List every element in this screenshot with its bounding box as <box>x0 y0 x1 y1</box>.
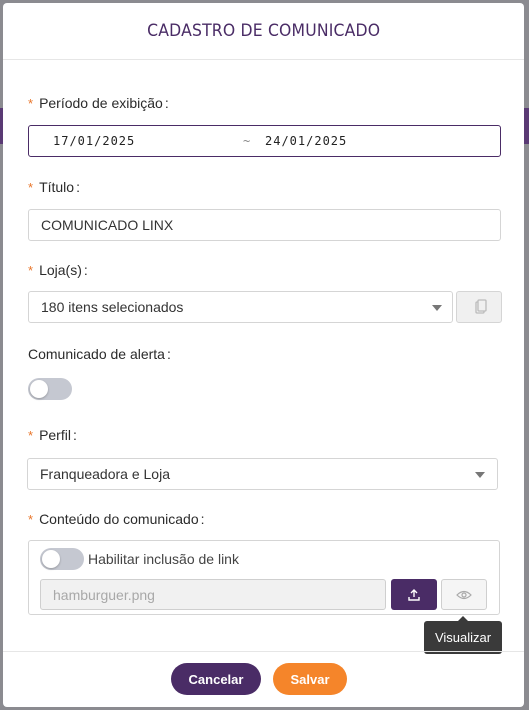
label-colon: : <box>164 95 169 111</box>
eye-icon <box>456 590 472 599</box>
upload-icon <box>408 588 420 601</box>
modal-header: CADASTRO DE COMUNICADO <box>3 3 524 60</box>
file-input[interactable]: hamburguer.png <box>40 579 386 610</box>
content-label-text: Conteúdo do comunicado <box>39 511 199 527</box>
title-label-text: Título <box>39 179 75 195</box>
period-end-date[interactable]: 24/01/2025 <box>265 134 347 148</box>
toggle-knob <box>30 380 48 398</box>
label-colon: : <box>166 346 171 362</box>
toggle-knob <box>42 550 60 568</box>
period-start-date[interactable]: 17/01/2025 <box>53 134 135 148</box>
alert-label: Comunicado de alerta : <box>28 346 171 362</box>
label-colon: : <box>200 511 205 527</box>
chevron-down-icon <box>475 472 485 478</box>
profile-label-text: Perfil <box>39 427 71 443</box>
required-mark: * <box>28 179 34 195</box>
chevron-down-icon <box>432 305 442 311</box>
copy-icon <box>475 299 487 314</box>
stores-label: * Loja(s) : <box>28 262 88 278</box>
title-label: * Título : <box>28 179 80 195</box>
profile-select-value[interactable]: Franqueadora e Loja <box>40 466 170 482</box>
required-mark: * <box>28 511 34 527</box>
required-mark: * <box>28 262 34 278</box>
modal-footer: Cancelar Salvar <box>3 651 524 707</box>
period-separator: ~ <box>243 134 252 148</box>
period-label: * Período de exibição : <box>28 95 169 111</box>
link-toggle[interactable] <box>40 548 84 570</box>
label-colon: : <box>72 427 77 443</box>
period-range-input[interactable]: 17/01/2025 ~ 24/01/2025 <box>28 125 501 157</box>
title-input[interactable]: COMUNICADO LINX <box>28 209 501 241</box>
tooltip-text: Visualizar <box>434 630 492 645</box>
period-label-text: Período de exibição <box>39 95 163 111</box>
copy-stores-button[interactable] <box>456 291 502 323</box>
upload-button[interactable] <box>391 579 437 610</box>
cancel-button[interactable]: Cancelar <box>171 663 261 695</box>
profile-label: * Perfil : <box>28 427 77 443</box>
content-box: Habilitar inclusão de link hamburguer.pn… <box>28 540 500 615</box>
stores-select[interactable]: 180 itens selecionados <box>28 291 453 323</box>
modal-title: CADASTRO DE COMUNICADO <box>146 21 381 41</box>
alert-toggle[interactable] <box>28 378 72 400</box>
label-colon: : <box>76 179 80 195</box>
modal-dialog: CADASTRO DE COMUNICADO * Período de exib… <box>3 3 524 707</box>
label-colon: : <box>83 262 88 278</box>
cancel-button-label: Cancelar <box>188 671 244 687</box>
file-input-placeholder: hamburguer.png <box>53 586 155 603</box>
profile-select[interactable]: Franqueadora e Loja <box>27 458 498 490</box>
title-input-value[interactable]: COMUNICADO LINX <box>41 217 173 233</box>
required-mark: * <box>28 427 34 443</box>
required-mark: * <box>28 95 34 111</box>
view-tooltip: Visualizar <box>424 621 502 654</box>
save-button-label: Salvar <box>290 671 330 687</box>
save-button[interactable]: Salvar <box>273 663 347 695</box>
stores-select-value[interactable]: 180 itens selecionados <box>41 299 183 315</box>
alert-label-text: Comunicado de alerta <box>28 346 165 362</box>
link-toggle-label: Habilitar inclusão de link <box>88 551 239 567</box>
view-button[interactable] <box>441 579 487 610</box>
content-label: * Conteúdo do comunicado : <box>28 511 205 527</box>
stores-label-text: Loja(s) <box>39 262 82 278</box>
